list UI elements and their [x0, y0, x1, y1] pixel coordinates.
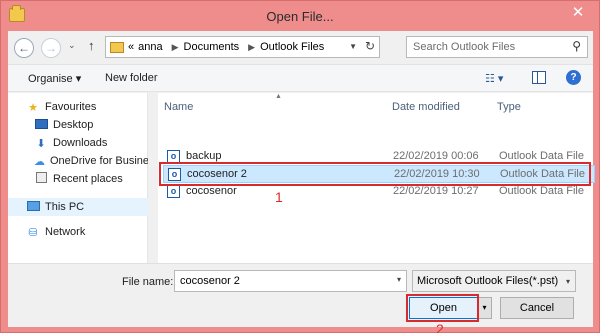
command-toolbar: Organise ▾ New folder ☷ ▾ ? [8, 64, 593, 92]
title-bar: Open File... ✕ [1, 1, 599, 31]
nav-item-network[interactable]: ⛁ Network [8, 223, 148, 241]
folder-icon [110, 41, 124, 53]
breadcrumb-documents[interactable]: Documents [184, 41, 240, 53]
annotation-box-1 [159, 162, 591, 186]
nav-item-downloads[interactable]: ⬇ Downloads [8, 134, 148, 152]
window-title: Open File... [266, 9, 334, 24]
up-arrow-icon[interactable]: ↑ [88, 38, 95, 53]
downloads-icon: ⬇ [36, 137, 46, 150]
nav-item-label: This PC [45, 201, 85, 213]
outlook-file-icon: o [167, 185, 180, 198]
file-type: Outlook Data File [499, 150, 584, 162]
file-name-label: File name: [122, 276, 174, 288]
navigation-pane: ★ Favourites Desktop ⬇ Downloads ☁ OneDr… [8, 93, 148, 263]
preview-pane-icon[interactable] [532, 71, 546, 84]
nav-item-label: Recent places [53, 173, 123, 185]
cancel-button[interactable]: Cancel [500, 297, 574, 319]
file-name-combo[interactable]: ▾ [174, 270, 407, 292]
column-header-date-modified[interactable]: Date modified [392, 101, 460, 113]
refresh-icon[interactable]: ↻ [365, 39, 375, 53]
navigation-bar: ← → ⌄ ↑ « anna ▶ Documents ▶ Outlook Fil… [8, 31, 593, 63]
file-type: Outlook Data File [499, 185, 584, 197]
file-name-dropdown-icon[interactable]: ▾ [397, 275, 401, 284]
nav-item-favourites[interactable]: ★ Favourites [8, 98, 148, 116]
file-type-filter-label: Microsoft Outlook Files(*.pst) [417, 275, 559, 287]
file-name: backup [186, 150, 222, 162]
search-icon[interactable]: ⚲ [572, 39, 581, 53]
help-icon[interactable]: ? [566, 70, 581, 85]
column-header-name[interactable]: Name [164, 101, 193, 113]
desktop-icon [34, 118, 48, 132]
new-folder-button[interactable]: New folder [105, 72, 158, 84]
address-overflow-icon[interactable]: « [128, 41, 134, 53]
annotation-number-2: 2 [436, 321, 444, 333]
forward-arrow-icon[interactable]: → [41, 38, 61, 58]
file-type-filter-select[interactable]: Microsoft Outlook Files(*.pst) ▾ [412, 270, 576, 292]
dialog-footer: File name: ▾ Microsoft Outlook Files(*.p… [8, 263, 593, 333]
file-name-input[interactable] [175, 271, 385, 291]
search-input[interactable] [407, 37, 557, 57]
back-arrow-icon[interactable]: ← [14, 38, 34, 58]
nav-item-label: Favourites [45, 101, 97, 113]
file-date: 22/02/2019 00:06 [393, 150, 479, 162]
close-icon[interactable]: ✕ [563, 3, 593, 23]
file-date: 22/02/2019 10:27 [393, 185, 479, 197]
nav-item-desktop[interactable]: Desktop [8, 116, 148, 134]
filter-dropdown-icon[interactable]: ▾ [566, 272, 570, 291]
file-name: cocosenor [186, 185, 237, 197]
organise-menu-button[interactable]: Organise ▾ [28, 72, 81, 85]
nav-item-label: Desktop [53, 119, 94, 131]
address-bar[interactable]: « anna ▶ Documents ▶ Outlook Files ▼ ↻ [105, 36, 380, 58]
change-view-icon[interactable]: ☷ ▾ [485, 72, 503, 85]
nav-item-this-pc[interactable]: This PC [8, 198, 148, 216]
open-file-dialog: Open File... ✕ ← → ⌄ ↑ « anna ▶ Document… [0, 0, 600, 333]
breadcrumb-separator-icon: ▶ [171, 41, 179, 52]
recent-places-icon [34, 172, 48, 186]
nav-item-label: OneDrive for Busine [50, 155, 148, 167]
this-pc-icon [26, 200, 40, 214]
annotation-number-1: 1 [275, 189, 283, 205]
breadcrumb-separator-icon: ▶ [248, 41, 256, 52]
nav-item-recent-places[interactable]: Recent places [8, 170, 148, 188]
recent-locations-chevron-icon[interactable]: ⌄ [68, 40, 76, 51]
open-options-dropdown-icon[interactable]: ▾ [477, 297, 492, 319]
sort-ascending-icon: ▲ [275, 93, 282, 100]
column-header-type[interactable]: Type [497, 101, 521, 113]
dialog-client: ← → ⌄ ↑ « anna ▶ Documents ▶ Outlook Fil… [8, 31, 595, 333]
breadcrumb-anna[interactable]: anna [138, 41, 162, 53]
annotation-box-2 [406, 294, 479, 322]
search-box[interactable]: ⚲ [406, 36, 588, 58]
nav-item-label: Downloads [53, 137, 108, 149]
onedrive-icon: ☁ [34, 155, 45, 168]
address-dropdown-icon[interactable]: ▼ [349, 42, 357, 51]
nav-item-label: Network [45, 226, 86, 238]
nav-item-onedrive[interactable]: ☁ OneDrive for Busine [8, 152, 148, 170]
star-icon: ★ [28, 101, 38, 114]
file-list: Name ▲ Date modified Type o backup 22/02… [158, 93, 595, 263]
network-icon: ⛁ [28, 226, 38, 239]
breadcrumb-outlook-files[interactable]: Outlook Files [260, 41, 324, 53]
